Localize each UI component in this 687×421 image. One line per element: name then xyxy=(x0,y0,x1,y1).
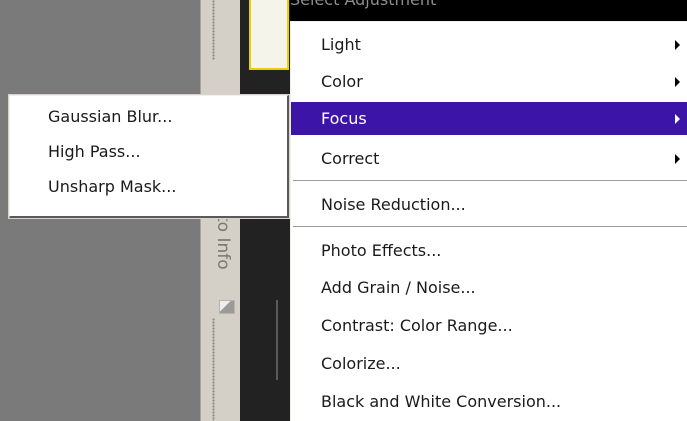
panel-toggle-icon[interactable] xyxy=(219,300,235,314)
menu-item-label: Black and White Conversion... xyxy=(321,392,562,411)
menu-separator xyxy=(293,226,687,228)
submenu-arrow-icon xyxy=(675,154,680,164)
menu-item-label: Photo Effects... xyxy=(321,241,442,260)
focus-submenu: Gaussian Blur... High Pass... Unsharp Ma… xyxy=(9,95,289,218)
submenu-item-label: Gaussian Blur... xyxy=(48,107,173,126)
menu-item-photo-effects[interactable]: Photo Effects... xyxy=(291,234,687,267)
menu-item-label: Light xyxy=(321,35,361,54)
submenu-item-label: Unsharp Mask... xyxy=(48,177,177,196)
submenu-arrow-icon xyxy=(675,77,680,87)
menu-item-noise-reduction[interactable]: Noise Reduction... xyxy=(291,188,687,221)
menu-item-colorize[interactable]: Colorize... xyxy=(291,347,687,380)
submenu-item-gaussian-blur[interactable]: Gaussian Blur... xyxy=(10,101,287,133)
menu-item-label: Add Grain / Noise... xyxy=(321,278,476,297)
submenu-arrow-icon xyxy=(675,40,680,50)
menu-item-correct[interactable]: Correct xyxy=(291,142,687,175)
vertical-panel-label[interactable]: to Info xyxy=(213,215,233,285)
submenu-item-unsharp-mask[interactable]: Unsharp Mask... xyxy=(10,171,287,203)
menu-item-label: Correct xyxy=(321,149,380,168)
menu-item-label: Focus xyxy=(321,109,367,128)
menu-item-label: Contrast: Color Range... xyxy=(321,316,513,335)
menu-item-contrast-color-range[interactable]: Contrast: Color Range... xyxy=(291,309,687,342)
divider xyxy=(276,300,278,380)
menu-item-focus[interactable]: Focus xyxy=(291,102,687,135)
panel-grip[interactable] xyxy=(212,0,215,60)
submenu-item-label: High Pass... xyxy=(48,142,141,161)
submenu-item-high-pass[interactable]: High Pass... xyxy=(10,136,287,168)
menu-item-label: Noise Reduction... xyxy=(321,195,466,214)
menu-item-light[interactable]: Light xyxy=(291,28,687,61)
menu-item-color[interactable]: Color xyxy=(291,65,687,98)
adjustment-menu: Light Color Focus Correct Noise Reductio… xyxy=(290,21,687,421)
menu-separator xyxy=(293,180,687,182)
menu-item-label: Color xyxy=(321,72,363,91)
submenu-arrow-icon xyxy=(675,114,680,124)
adjustment-preview-thumbnail[interactable] xyxy=(249,0,289,70)
panel-grip-lower[interactable] xyxy=(212,318,215,421)
menu-item-add-grain-noise[interactable]: Add Grain / Noise... xyxy=(291,271,687,304)
panel-title: Select Adjustment xyxy=(290,0,436,9)
menu-item-black-white-conversion[interactable]: Black and White Conversion... xyxy=(291,385,687,418)
menu-item-label: Colorize... xyxy=(321,354,401,373)
